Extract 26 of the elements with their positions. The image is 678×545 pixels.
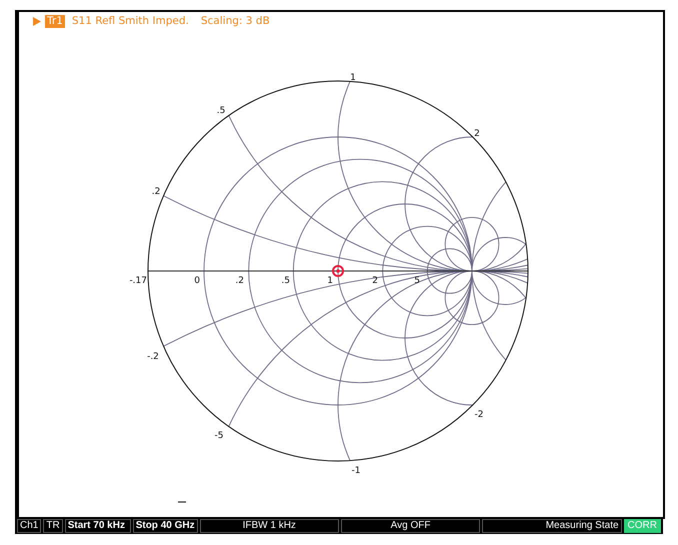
- marker-icon[interactable]: [332, 265, 344, 277]
- status-field: IFBW 1 kHz: [200, 519, 339, 533]
- status-field: Start 70 kHz: [64, 519, 131, 533]
- resistance-label: 2: [372, 276, 378, 286]
- resistance-label: .2: [235, 276, 244, 286]
- reactance-label: -1: [352, 466, 360, 476]
- reactance-label: -2: [474, 410, 484, 420]
- reactance-label: 1: [350, 73, 356, 83]
- reactance-label: .5: [216, 106, 226, 116]
- reactance-label: -5: [214, 431, 224, 441]
- resistance-label: .5: [281, 276, 290, 286]
- reactance-label: .2: [152, 187, 160, 197]
- status-field: Avg OFF: [340, 519, 480, 533]
- scaling-label: Scaling: 3 dB: [200, 15, 270, 27]
- reactance-label: 2: [474, 129, 480, 139]
- status-field: TR: [43, 519, 63, 533]
- trace-badge[interactable]: Tr1: [45, 14, 65, 28]
- resistance-label: 1: [327, 276, 333, 286]
- correction-badge: CORR: [624, 519, 661, 533]
- resistance-label: 0: [194, 276, 200, 286]
- status-field: Ch1: [17, 519, 42, 533]
- resistance-label: -.17: [129, 276, 147, 286]
- reactance-label: -.2: [147, 352, 159, 362]
- trace-description: S11 Refl Smith Imped.: [72, 15, 189, 27]
- status-field: Measuring State: [482, 519, 622, 533]
- status-field: Stop 40 GHz: [132, 519, 198, 533]
